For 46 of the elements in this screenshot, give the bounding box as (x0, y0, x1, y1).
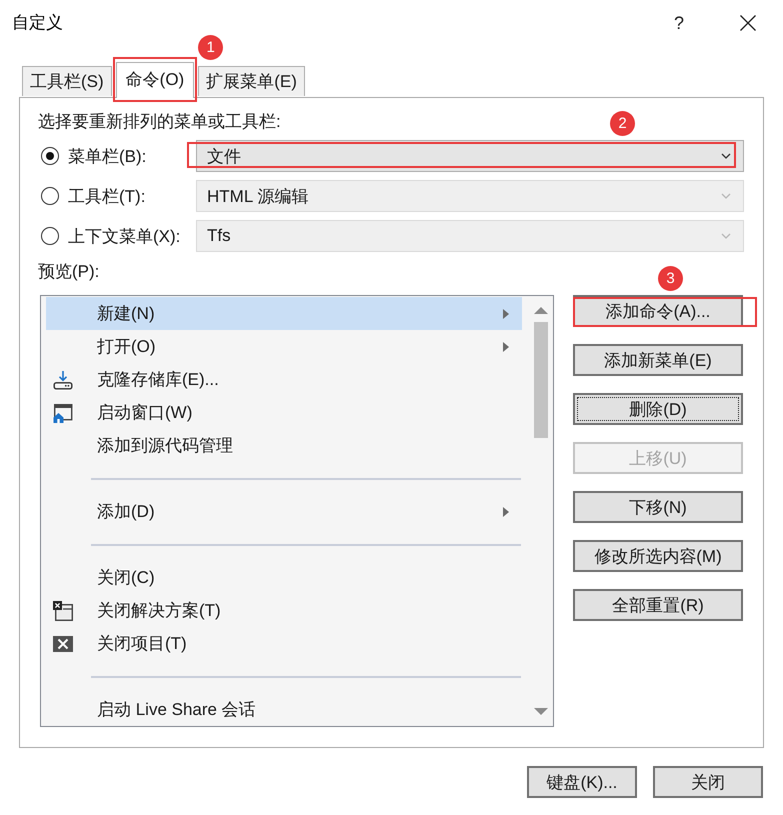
callout-badge: 3 (658, 266, 683, 291)
window-home-icon (53, 402, 73, 422)
radio-label[interactable]: 工具栏(T): (68, 184, 146, 208)
dialog-button[interactable]: 添加新菜单(E) (573, 344, 743, 376)
callout-badge: 1 (198, 35, 224, 60)
menu-item[interactable]: 启动窗口(W) (46, 396, 522, 429)
menu-item[interactable]: 关闭项目(T) (46, 627, 522, 660)
scroll-up-icon[interactable] (534, 307, 548, 314)
preview-label: 预览(P): (38, 261, 100, 283)
dialog-button[interactable]: 下移(N) (573, 491, 743, 523)
tab[interactable]: 工具栏(S) (22, 66, 112, 96)
scrollbar-thumb[interactable] (534, 322, 548, 438)
radio-button[interactable] (41, 227, 59, 245)
radio-button[interactable] (41, 147, 59, 165)
radio-label[interactable]: 菜单栏(B): (68, 144, 146, 168)
radio-label[interactable]: 上下文菜单(X): (68, 224, 180, 248)
menu-item[interactable]: 新建(N) (46, 297, 522, 330)
chevron-down-icon (721, 193, 731, 199)
close-icon[interactable] (740, 14, 756, 30)
dialog-button[interactable]: 关闭 (653, 766, 763, 798)
download-drive-icon (53, 370, 73, 390)
chevron-down-icon (721, 153, 731, 159)
tab[interactable]: 扩展菜单(E) (198, 66, 305, 96)
menu-item[interactable]: 关闭(C) (46, 561, 522, 594)
menu-item[interactable]: 打开(O) (46, 330, 522, 363)
radio-button[interactable] (41, 187, 59, 205)
help-button[interactable]: ? (674, 12, 684, 32)
callout-badge: 2 (610, 111, 635, 136)
tab[interactable]: 命令(O) (116, 62, 194, 98)
dialog-button[interactable]: 全部重置(R) (573, 589, 743, 621)
menu-item[interactable]: 克隆存储库(E)... (46, 363, 522, 396)
menu-item[interactable]: 关闭解决方案(T) (46, 594, 522, 627)
menu-item[interactable]: 添加到源代码管理 (46, 429, 522, 462)
close-box-icon (53, 636, 73, 652)
dropdown-field[interactable]: HTML 源编辑 (196, 180, 744, 212)
dialog-button[interactable]: 键盘(K)... (527, 766, 637, 798)
scroll-down-icon[interactable] (534, 708, 548, 715)
window-close-icon (53, 600, 73, 620)
menu-item[interactable]: 启动 Live Share 会话 (46, 693, 522, 726)
dialog-button[interactable]: 修改所选内容(M) (573, 540, 743, 572)
chevron-down-icon (721, 233, 731, 239)
dropdown-field[interactable]: Tfs (196, 220, 744, 252)
menu-item[interactable]: 添加(D) (46, 495, 522, 528)
prompt-label: 选择要重新排列的菜单或工具栏: (38, 111, 281, 133)
window-title: 自定义 (12, 12, 64, 34)
dialog-button[interactable]: 删除(D) (573, 393, 743, 425)
